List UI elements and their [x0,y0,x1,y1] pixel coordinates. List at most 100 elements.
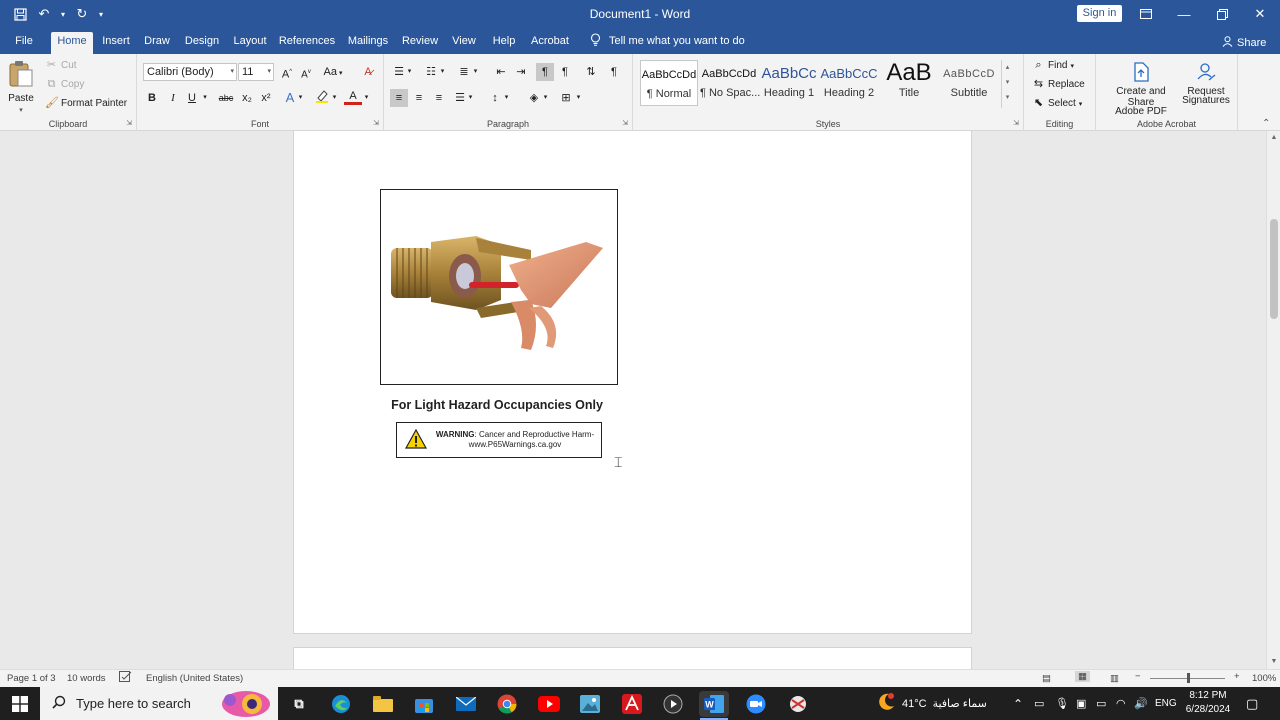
replace-button[interactable]: ⇆ Replace [1032,78,1085,91]
strikethrough-button[interactable]: abc [215,89,237,107]
sprinkler-image[interactable] [380,189,618,385]
web-layout-icon[interactable]: ▥ [1110,673,1119,684]
cut-button[interactable]: ✂ Cut [45,59,77,72]
tab-insert[interactable]: Insert [98,32,134,54]
format-painter-button[interactable]: 🖌 Format Painter [45,97,127,110]
gallery-more-icon[interactable]: ▾ [1002,90,1013,105]
tab-review[interactable]: Review [399,32,441,54]
windows-start-icon[interactable] [0,687,40,720]
zoom-in-icon[interactable]: + [1234,671,1240,682]
subscript-button[interactable]: x₂ [238,89,256,107]
save-icon[interactable] [10,4,30,24]
microsoft-store-icon[interactable] [411,691,437,717]
underline-dropdown-icon[interactable]: ▾ [200,89,210,107]
zoom-app-icon[interactable] [743,691,769,717]
grow-font-icon[interactable]: A^ [278,63,296,81]
photos-icon[interactable] [577,691,603,717]
scroll-down-icon[interactable]: ▼ [1267,655,1280,669]
scroll-thumb[interactable] [1270,219,1278,319]
chrome-icon[interactable] [494,691,520,717]
highlight-icon[interactable] [313,89,331,107]
style-normal[interactable]: AaBbCcDd ¶ Normal [640,60,698,106]
change-case-button[interactable]: Aa ▾ [320,63,346,81]
close-button[interactable]: ✕ [1241,0,1279,28]
edge-icon[interactable] [328,691,354,717]
ribbon-display-options-icon[interactable] [1127,0,1165,28]
align-left-icon[interactable]: ≡ [390,89,408,107]
print-layout-icon[interactable]: ▦ [1075,671,1090,682]
underline-button[interactable]: U [183,89,201,107]
paste-dropdown-icon[interactable]: ▾ [19,106,23,114]
text-effects-dropdown-icon[interactable]: ▾ [296,89,305,107]
decrease-indent-icon[interactable]: ⇤ [492,63,510,81]
language-status[interactable]: English (United States) [146,673,243,684]
customize-qat-icon[interactable]: ▾ [96,4,106,24]
zoom-out-icon[interactable]: − [1135,671,1141,682]
file-explorer-icon[interactable] [370,691,396,717]
bold-button[interactable]: B [143,89,161,107]
show-hidden-icons-chevron[interactable]: ⌃ [1013,687,1023,720]
font-color-button[interactable]: A [344,89,362,105]
tab-references[interactable]: References [278,32,336,54]
minimize-button[interactable]: — [1165,0,1203,28]
proofing-icon[interactable] [119,671,132,686]
microphone-icon[interactable]: 🎙 [1055,687,1069,720]
wifi-icon[interactable]: ◠ [1116,687,1126,720]
redo-icon[interactable]: ↻ [72,4,92,24]
style-heading-1[interactable]: AaBbCc Heading 1 [760,60,818,106]
media-player-icon[interactable] [660,691,686,717]
document-page-2[interactable] [293,647,972,669]
tell-me-box[interactable]: Tell me what you want to do [590,33,745,49]
align-center-icon[interactable]: ≡ [410,89,428,107]
show-formatting-marks-icon[interactable]: ¶ [605,63,623,81]
snipping-tool-icon[interactable] [785,691,811,717]
style-heading-2[interactable]: AaBbCcC Heading 2 [820,60,878,106]
align-right-icon[interactable]: ≡ [430,89,448,107]
style-subtitle[interactable]: AaBbCcD Subtitle [940,60,998,106]
weather-widget[interactable]: 41°C سماء صافية [876,687,987,720]
collapse-ribbon-icon[interactable]: ⌃ [1262,118,1270,129]
style-no-spacing[interactable]: AaBbCcDd ¶ No Spac... [700,60,760,106]
tab-view[interactable]: View [449,32,479,54]
superscript-button[interactable]: x² [257,89,275,107]
vertical-scrollbar[interactable]: ▲ ▼ [1266,131,1280,669]
borders-icon[interactable]: ⊞ [557,89,575,107]
sort-icon[interactable]: ⇅ [582,63,600,81]
ltr-direction-icon[interactable]: ¶ [536,63,554,81]
gallery-down-icon[interactable]: ▾ [1002,75,1013,90]
tab-draw[interactable]: Draw [140,32,174,54]
share-button[interactable]: Share [1222,36,1266,50]
styles-gallery-scroll[interactable]: ▴ ▾ ▾ [1001,60,1013,108]
tab-help[interactable]: Help [488,32,520,54]
line-spacing-dropdown-icon[interactable]: ▾ [502,89,511,107]
document-page[interactable]: For Light Hazard Occupancies Only WARNIN… [293,131,972,634]
bullets-dropdown-icon[interactable]: ▾ [405,63,414,81]
network-pc-icon[interactable]: ▣ [1076,687,1086,720]
shading-dropdown-icon[interactable]: ▾ [541,89,550,107]
zoom-level[interactable]: 100% [1252,673,1276,684]
task-view-icon[interactable]: ⧉ [286,691,312,717]
input-language[interactable]: ENG [1155,687,1177,720]
gallery-up-icon[interactable]: ▴ [1002,60,1013,75]
restore-button[interactable] [1203,0,1241,28]
font-launcher-icon[interactable]: ⇲ [373,119,379,127]
request-signatures-button[interactable]: Request Signatures [1180,62,1232,106]
multilevel-dropdown-icon[interactable]: ▾ [471,63,480,81]
justify-dropdown-icon[interactable]: ▾ [466,89,475,107]
tab-layout[interactable]: Layout [230,32,270,54]
clipboard-launcher-icon[interactable]: ⇲ [126,119,132,127]
meet-now-icon[interactable]: ▭ [1034,687,1044,720]
tab-design[interactable]: Design [182,32,222,54]
select-button[interactable]: ⬉ Select ▾ [1032,97,1082,110]
highlight-dropdown-icon[interactable]: ▾ [330,89,339,107]
tab-file[interactable]: File [8,32,40,54]
numbering-dropdown-icon[interactable]: ▾ [438,63,447,81]
find-dropdown-icon[interactable]: ▾ [1070,62,1074,70]
shrink-font-icon[interactable]: Av [297,63,315,81]
rtl-direction-icon[interactable]: ¶ [556,63,574,81]
styles-launcher-icon[interactable]: ⇲ [1013,119,1019,127]
clear-formatting-icon[interactable]: A̷ [359,63,377,81]
taskbar-clock[interactable]: 8:12 PM 6/28/2024 [1184,689,1232,717]
tab-mailings[interactable]: Mailings [344,32,392,54]
notifications-icon[interactable]: ▢ [1246,687,1258,720]
